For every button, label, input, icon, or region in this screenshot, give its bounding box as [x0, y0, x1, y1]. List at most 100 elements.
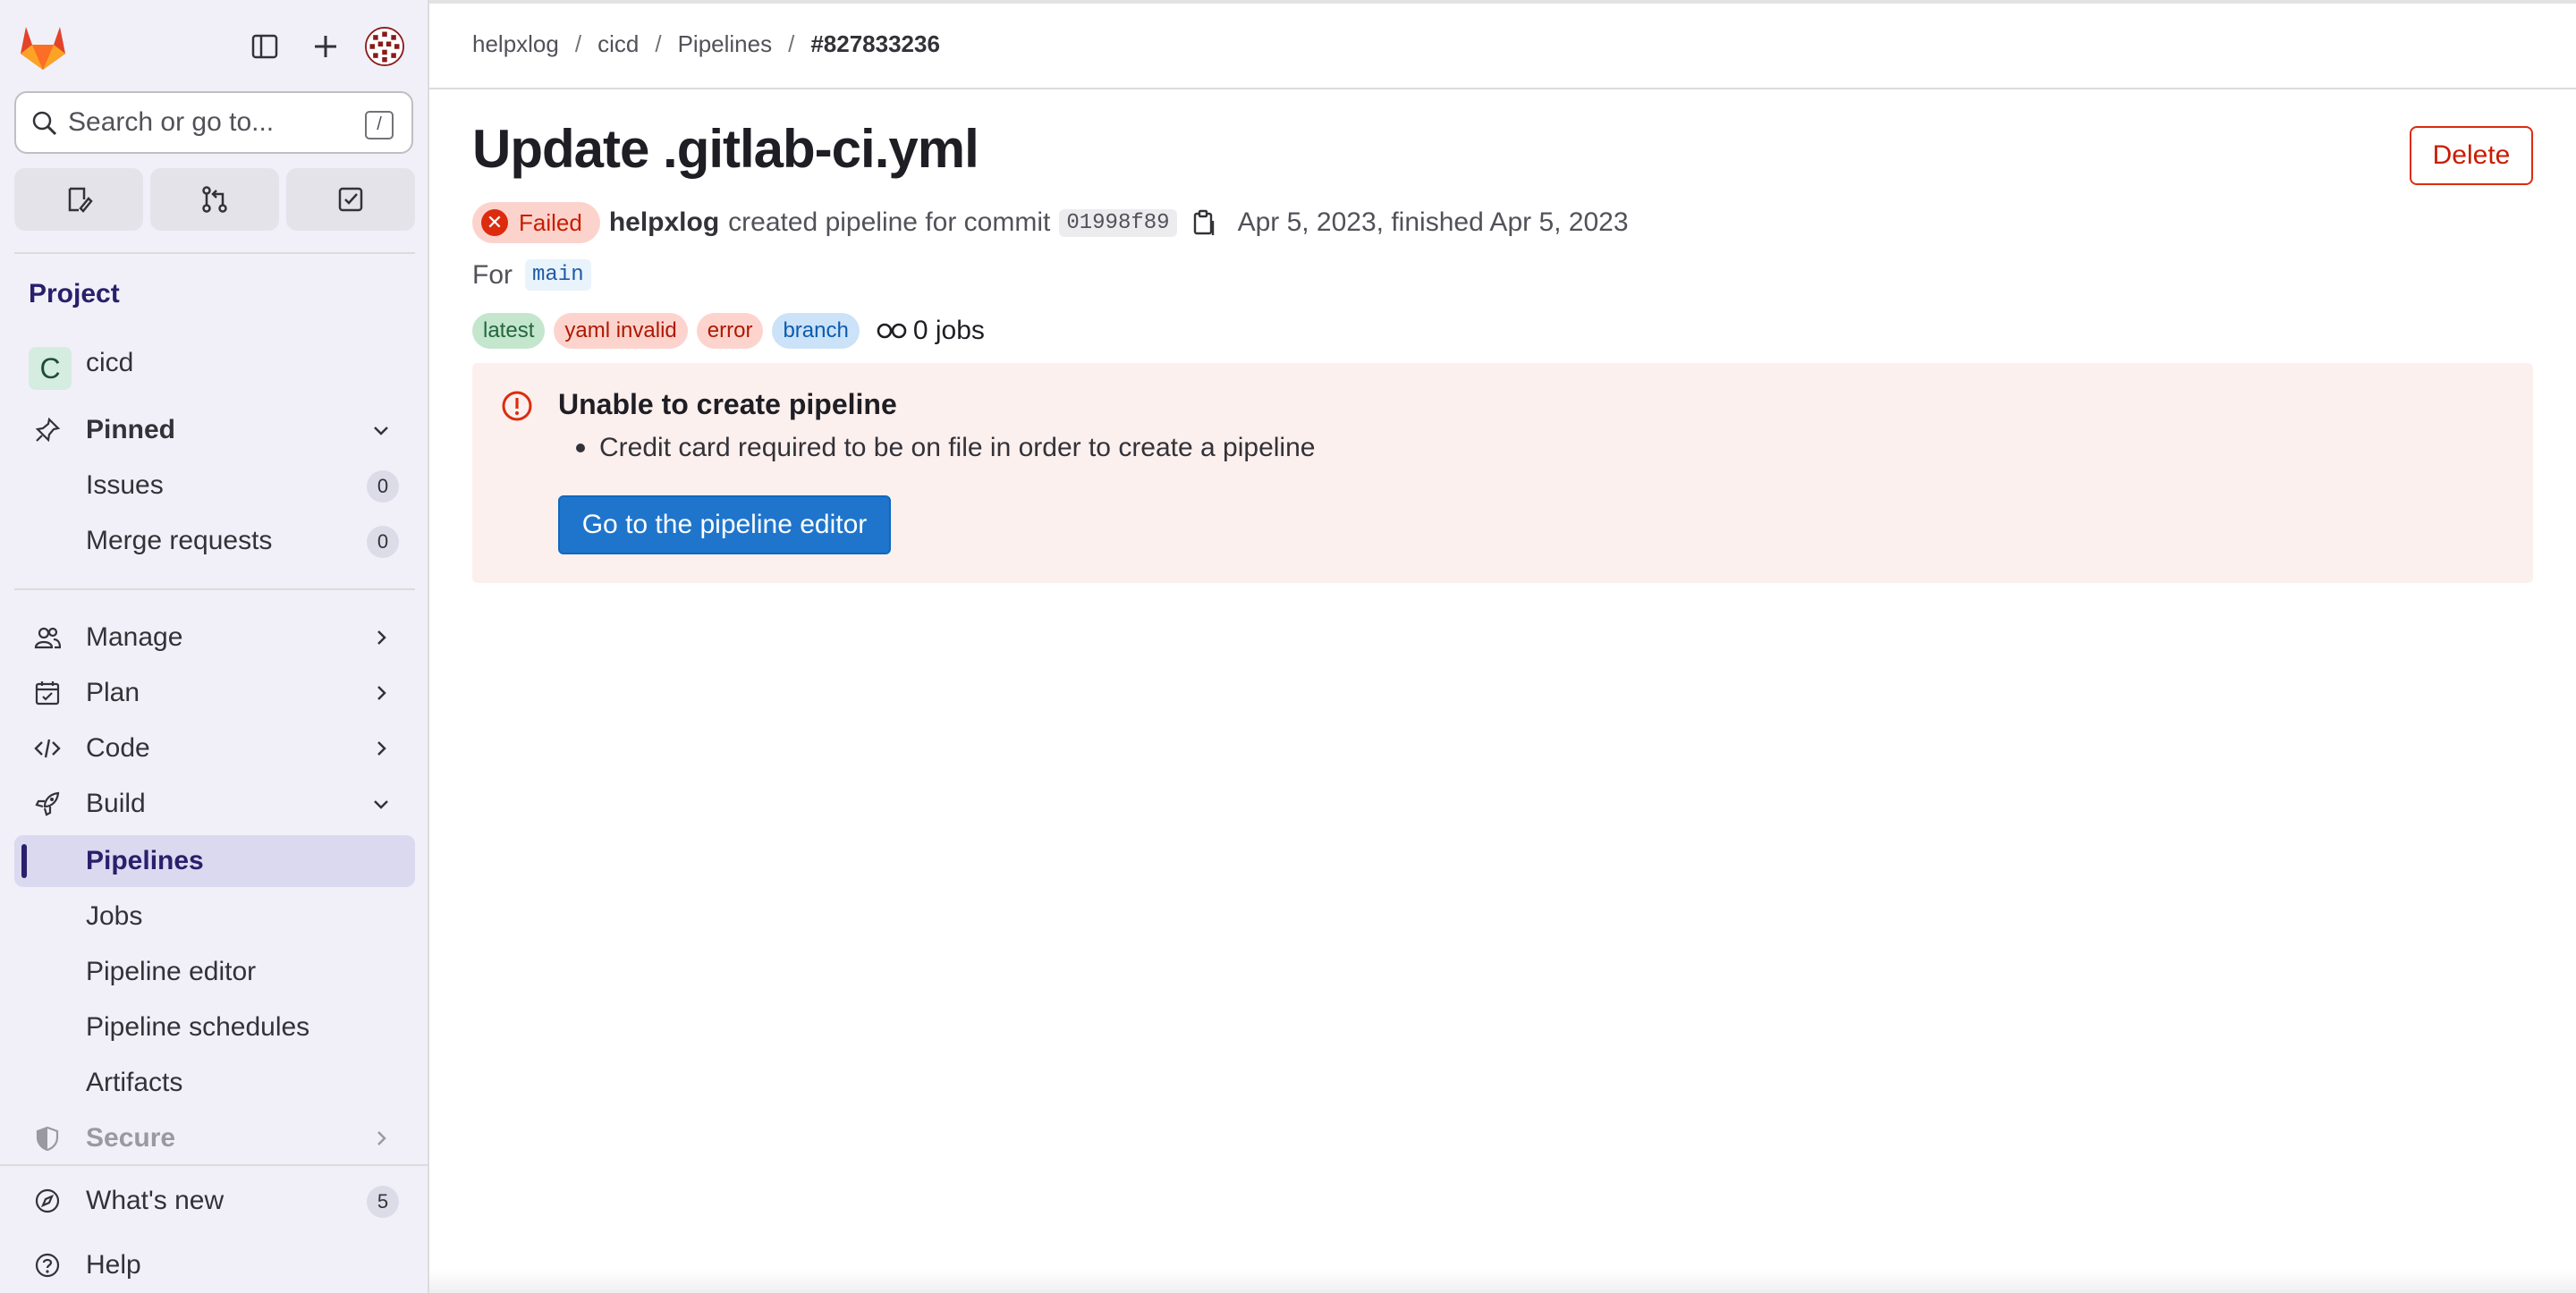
search-placeholder: Search or go to... — [68, 107, 275, 137]
shield-icon — [36, 1126, 59, 1152]
search-icon — [32, 111, 57, 136]
help-icon — [35, 1253, 60, 1278]
sidebar-item-code[interactable]: Code — [14, 723, 415, 774]
whats-new-count-badge: 5 — [367, 1186, 399, 1218]
issues-icon — [68, 187, 93, 213]
breadcrumb-item-pipelines[interactable]: Pipelines — [678, 30, 773, 58]
jobs-count-label: 0 jobs — [912, 316, 985, 345]
sidebar-item-artifacts[interactable]: Artifacts — [14, 1057, 415, 1109]
sidebar-section-title: Project — [29, 279, 120, 308]
sidebar-topbar — [0, 0, 429, 93]
pipeline-badges: latest yaml invalid error branch 0 jobs — [472, 313, 985, 349]
ref-line: For main — [472, 259, 591, 291]
author-link[interactable]: helpxlog — [609, 207, 719, 238]
code-icon — [34, 739, 61, 758]
search-input[interactable]: Search or go to... / — [14, 91, 413, 154]
merge-requests-button[interactable] — [150, 168, 279, 231]
breadcrumb-item-group[interactable]: helpxlog — [472, 30, 559, 58]
sidebar-item-pipeline-editor[interactable]: Pipeline editor — [14, 946, 415, 998]
create-new-icon[interactable] — [306, 27, 345, 66]
sidebar-divider — [14, 588, 415, 590]
breadcrumb-separator: / — [655, 30, 662, 57]
pipeline-editor-button[interactable]: Go to the pipeline editor — [558, 495, 891, 554]
sidebar-item-plan[interactable]: Plan — [14, 667, 415, 719]
bottom-edge-shadow — [429, 1270, 2576, 1293]
chevron-down-icon — [374, 427, 388, 435]
copy-icon[interactable] — [1190, 208, 1218, 237]
sidebar-item-pinned[interactable]: Pinned — [14, 404, 415, 456]
alert-message-item: Credit card required to be on file in or… — [576, 433, 1315, 463]
chevron-right-icon — [377, 741, 386, 756]
sidebar-item-label: Secure — [86, 1123, 176, 1153]
toggle-sidebar-icon[interactable] — [245, 27, 284, 66]
sidebar-item-label: Jobs — [86, 901, 143, 931]
user-avatar[interactable] — [365, 27, 404, 66]
bullet — [576, 444, 585, 452]
pipeline-meta: ✕ Failed helpxlog created pipeline for c… — [472, 202, 1629, 243]
status-label: Failed — [519, 208, 582, 236]
project-name: cicd — [86, 348, 134, 377]
sidebar-item-pipelines[interactable]: Pipelines — [14, 835, 415, 887]
gitlab-logo-icon[interactable] — [18, 23, 68, 72]
sidebar-item-label: Pipeline editor — [86, 957, 257, 986]
active-indicator — [21, 844, 27, 878]
sidebar-project-link[interactable]: C cicd — [14, 336, 415, 390]
sidebar-item-label: Merge requests — [86, 526, 273, 555]
todo-list-button[interactable] — [286, 168, 415, 231]
sidebar-item-jobs[interactable]: Jobs — [14, 891, 415, 942]
sidebar-item-label: Issues — [86, 470, 164, 500]
sidebar-item-secure[interactable]: Secure — [14, 1112, 415, 1164]
sidebar-item-pipeline-schedules[interactable]: Pipeline schedules — [14, 1001, 415, 1053]
chevron-right-icon — [377, 1131, 386, 1145]
sidebar-item-label: Build — [86, 789, 146, 818]
whats-new-label: What's new — [86, 1186, 225, 1215]
badge-error: error — [696, 313, 764, 349]
jobs-count: 0 jobs — [876, 316, 985, 346]
help-link[interactable]: Help — [14, 1239, 415, 1291]
sidebar-footer-divider — [0, 1164, 429, 1166]
breadcrumb-separator: / — [788, 30, 795, 57]
branch-ref[interactable]: main — [525, 259, 591, 291]
chevron-down-icon — [374, 800, 388, 809]
breadcrumb-current[interactable]: #827833236 — [810, 30, 940, 58]
users-icon — [34, 627, 61, 649]
assigned-issues-button[interactable] — [14, 168, 143, 231]
sidebar-item-label: Pipeline schedules — [86, 1012, 310, 1042]
calendar-icon — [35, 681, 60, 706]
chevron-right-icon — [377, 686, 386, 700]
breadcrumb-separator: / — [574, 30, 582, 57]
alert-message: Credit card required to be on file in or… — [599, 433, 1316, 462]
sidebar-item-label: Code — [86, 733, 150, 763]
rocket-icon — [35, 791, 60, 816]
merge-request-icon — [202, 186, 227, 213]
status-failed-icon: ✕ — [481, 209, 508, 236]
page-title: Update .gitlab-ci.yml — [472, 119, 979, 179]
badge-latest: latest — [472, 313, 546, 349]
sidebar-item-label: Pinned — [86, 415, 176, 444]
breadcrumb: helpxlog / cicd / Pipelines / #827833236 — [472, 30, 940, 58]
error-icon — [502, 391, 532, 421]
badge-yaml-invalid: yaml invalid — [554, 313, 688, 349]
sidebar-item-issues[interactable]: Issues 0 — [14, 460, 415, 511]
status-badge[interactable]: ✕ Failed — [472, 202, 600, 243]
commit-sha[interactable]: 01998f89 — [1059, 208, 1177, 237]
sidebar-item-label: Artifacts — [86, 1068, 183, 1097]
delete-button[interactable]: Delete — [2410, 126, 2533, 185]
sidebar-item-manage[interactable]: Manage — [14, 612, 415, 663]
sidebar-item-label: Plan — [86, 678, 140, 707]
alert-title: Unable to create pipeline — [558, 388, 897, 420]
pipeline-stages-icon — [877, 323, 907, 339]
for-label: For — [472, 259, 513, 290]
issues-count-badge: 0 — [367, 470, 399, 503]
created-text: created pipeline for commit — [728, 207, 1051, 237]
todo-icon — [338, 187, 363, 212]
sidebar-item-build[interactable]: Build — [14, 778, 415, 830]
top-border — [429, 0, 2576, 4]
breadcrumb-item-project[interactable]: cicd — [597, 30, 639, 58]
sidebar-item-merge-requests[interactable]: Merge requests 0 — [14, 515, 415, 567]
sidebar: Search or go to... / Project C cicd Pinn… — [0, 0, 429, 1293]
help-label: Help — [86, 1250, 141, 1280]
whats-new-link[interactable]: What's new 5 — [14, 1175, 415, 1227]
badge-branch: branch — [772, 313, 860, 349]
sidebar-item-label: Manage — [86, 622, 183, 652]
